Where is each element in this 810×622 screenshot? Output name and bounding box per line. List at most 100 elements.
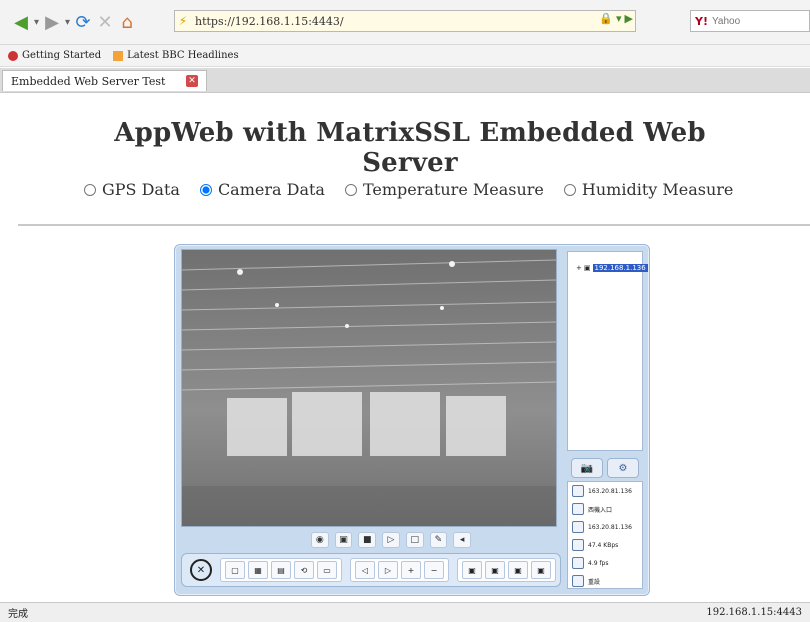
option-humidity-measure[interactable]: Humidity Measure <box>563 180 734 199</box>
dropdown-icon[interactable]: ▾ <box>616 12 622 25</box>
camera-tab[interactable]: 📷 <box>571 458 603 478</box>
dropdown-arrow-icon[interactable]: ▾ <box>34 17 39 28</box>
address-bar[interactable]: ⚡ https://192.168.1.15:4443/ 🔒 ▾ ▶ <box>174 10 636 32</box>
bookmark-label: Latest BBC Headlines <box>127 50 239 61</box>
side-panel: + ▣ 192.168.1.136 📷 ⚙ 163.20.81.136 西機入口… <box>567 251 648 589</box>
camera-icon: ▣ <box>583 264 591 272</box>
option-label: Temperature Measure <box>362 180 544 199</box>
record-button[interactable]: ◉ <box>310 532 329 548</box>
status-host: 192.168.1.15:4443 <box>706 607 802 618</box>
humidity-radio[interactable] <box>563 183 576 196</box>
settings-tab[interactable]: ⚙ <box>607 458 639 478</box>
status-text: 完成 <box>8 609 28 620</box>
device-tree[interactable]: + ▣ 192.168.1.136 <box>567 251 648 451</box>
option-label: GPS Data <box>102 180 180 199</box>
data-type-selector: GPS Data Camera Data Temperature Measure… <box>84 180 764 199</box>
search-input[interactable] <box>709 14 792 28</box>
bookmark-label: Getting Started <box>22 50 102 61</box>
option-label: Camera Data <box>217 180 325 199</box>
info-row: 重設 <box>568 572 642 590</box>
rss-icon <box>113 50 124 61</box>
reset-icon <box>572 575 584 587</box>
tree-node[interactable]: + ▣ 192.168.1.136 <box>576 264 648 272</box>
dropdown-arrow-icon[interactable]: ▾ <box>65 17 70 28</box>
device-3-button[interactable]: ▣ <box>508 561 528 579</box>
info-row: 4.9 fps <box>568 554 642 572</box>
temperature-radio[interactable] <box>344 183 357 196</box>
stop-button[interactable]: ✕ <box>94 11 116 33</box>
zoom-out-button[interactable]: − <box>424 561 444 579</box>
device-2-button[interactable]: ▣ <box>485 561 505 579</box>
volume-button[interactable]: ◂ <box>453 532 472 548</box>
info-row: 163.20.81.136 <box>568 518 642 536</box>
tab-close-icon[interactable]: ✕ <box>186 75 198 87</box>
gps-radio[interactable] <box>84 183 96 196</box>
bookmark-getting-started[interactable]: Getting Started <box>8 50 101 61</box>
lock-icon[interactable]: 🔒 <box>599 12 613 25</box>
device-4-button[interactable]: ▣ <box>531 561 551 579</box>
camera-video-frame[interactable] <box>181 249 557 527</box>
microphone-button[interactable]: ✎ <box>429 532 448 548</box>
info-row: 西機入口 <box>568 500 642 518</box>
bottom-toolbar: ✕ ▢ ▦ ▤ ⟲ ▭ ◁ ▷ + − ▣ ▣ ▣ ▣ <box>181 553 561 587</box>
option-gps-data[interactable]: GPS Data <box>84 180 180 199</box>
bandwidth-icon <box>572 539 584 551</box>
layout-1-button[interactable]: ▢ <box>225 561 245 579</box>
tab-strip: Embedded Web Server Test ✕ <box>0 68 810 93</box>
device-1-button[interactable]: ▣ <box>462 561 482 579</box>
expand-icon[interactable]: + <box>576 264 582 272</box>
zoom-in-button[interactable]: + <box>401 561 421 579</box>
tab-scroll-indicator[interactable] <box>800 68 810 92</box>
bookmark-icon <box>8 50 18 61</box>
info-text: 4.9 fps <box>588 559 609 567</box>
stop-button[interactable]: □ <box>405 532 424 548</box>
device-group: ▣ ▣ ▣ ▣ <box>457 558 556 582</box>
pan-right-button[interactable]: ▷ <box>378 561 398 579</box>
bookmarks-bar: Getting Started Latest BBC Headlines <box>0 45 810 67</box>
fullscreen-button[interactable]: ▭ <box>317 561 337 579</box>
address-text[interactable]: https://192.168.1.15:4443/ <box>195 15 344 28</box>
power-button[interactable]: ✕ <box>190 559 212 581</box>
back-button[interactable]: ◀ <box>10 11 32 33</box>
save-button[interactable]: ■ <box>358 532 377 548</box>
refresh-button[interactable]: ⟲ <box>294 561 314 579</box>
info-row: 163.20.81.136 <box>568 482 642 500</box>
layout-9-button[interactable]: ▤ <box>271 561 291 579</box>
info-text: 重設 <box>588 578 601 586</box>
location-icon <box>572 503 584 515</box>
yahoo-icon: Y! <box>695 14 708 28</box>
panel-tabs: 📷 ⚙ <box>567 457 643 479</box>
info-text: 163.20.81.136 <box>588 487 632 495</box>
page-title: AppWeb with MatrixSSL Embedded Web Serve… <box>114 118 706 178</box>
camera-radio[interactable] <box>199 183 212 196</box>
option-camera-data[interactable]: Camera Data <box>199 180 325 199</box>
reload-button[interactable]: ⟳ <box>72 11 94 33</box>
play-button[interactable]: ▷ <box>382 532 400 548</box>
home-button[interactable]: ⌂ <box>116 11 138 33</box>
snapshot-button[interactable]: ▣ <box>334 532 353 548</box>
secure-lock-icon: ⚡ <box>178 14 188 28</box>
tab-title: Embedded Web Server Test <box>11 74 166 88</box>
navigation-buttons: ◀ ▾ ▶ ▾ ⟳ ✕ ⌂ <box>10 9 138 35</box>
browser-toolbar: ◀ ▾ ▶ ▾ ⟳ ✕ ⌂ ⚡ https://192.168.1.15:444… <box>0 0 810 45</box>
camera-player: + ▣ 192.168.1.136 📷 ⚙ 163.20.81.136 西機入口… <box>174 244 650 596</box>
search-box[interactable]: Y! <box>690 10 810 32</box>
ip-icon <box>572 485 584 497</box>
option-temperature-measure[interactable]: Temperature Measure <box>344 180 544 199</box>
ptz-group: ◁ ▷ + − <box>350 558 449 582</box>
playback-controls: ◉ ▣ ■ ▷ □ ✎ ◂ <box>310 531 472 549</box>
warehouse-image <box>182 250 556 526</box>
pan-left-button[interactable]: ◁ <box>355 561 375 579</box>
camera-info: 163.20.81.136 西機入口 163.20.81.136 47.4 KB… <box>567 481 643 589</box>
layout-4-button[interactable]: ▦ <box>248 561 268 579</box>
forward-button[interactable]: ▶ <box>41 11 63 33</box>
tree-node-label: 192.168.1.136 <box>592 264 648 272</box>
info-text: 西機入口 <box>588 506 613 514</box>
tab-embedded-web-server-test[interactable]: Embedded Web Server Test ✕ <box>2 70 207 91</box>
status-bar: 完成 192.168.1.15:4443 <box>0 602 810 622</box>
divider <box>18 224 810 226</box>
option-label: Humidity Measure <box>581 180 734 199</box>
go-icon[interactable]: ▶ <box>625 12 633 25</box>
bookmark-latest-bbc[interactable]: Latest BBC Headlines <box>113 50 239 61</box>
fps-icon <box>572 557 584 569</box>
